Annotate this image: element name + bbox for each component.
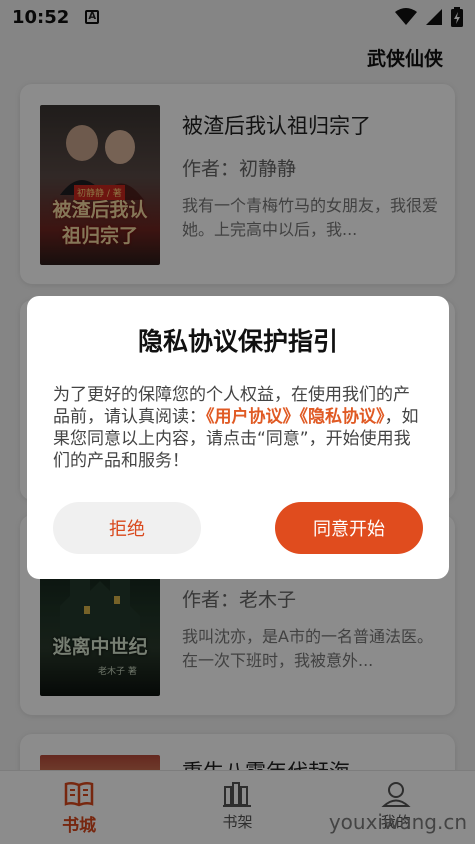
dialog-title: 隐私协议保护指引	[137, 327, 338, 356]
user-agreement-link[interactable]: 《用户协议》	[206, 407, 300, 427]
dialog-body: 为了更好的保障您的个人权益，在使用我们的产品前，请认真阅读：《用户协议》《隐私协…	[53, 384, 425, 472]
agree-button[interactable]: 同意开始	[275, 502, 423, 554]
watermark-text: youxiwang.cn	[328, 810, 467, 834]
privacy-policy-link[interactable]: 《隐私协议》	[300, 407, 385, 427]
privacy-dialog: 隐私协议保护指引 为了更好的保障您的个人权益，在使用我们的产品前，请认真阅读：《…	[27, 296, 449, 579]
reject-button[interactable]: 拒绝	[53, 502, 201, 554]
